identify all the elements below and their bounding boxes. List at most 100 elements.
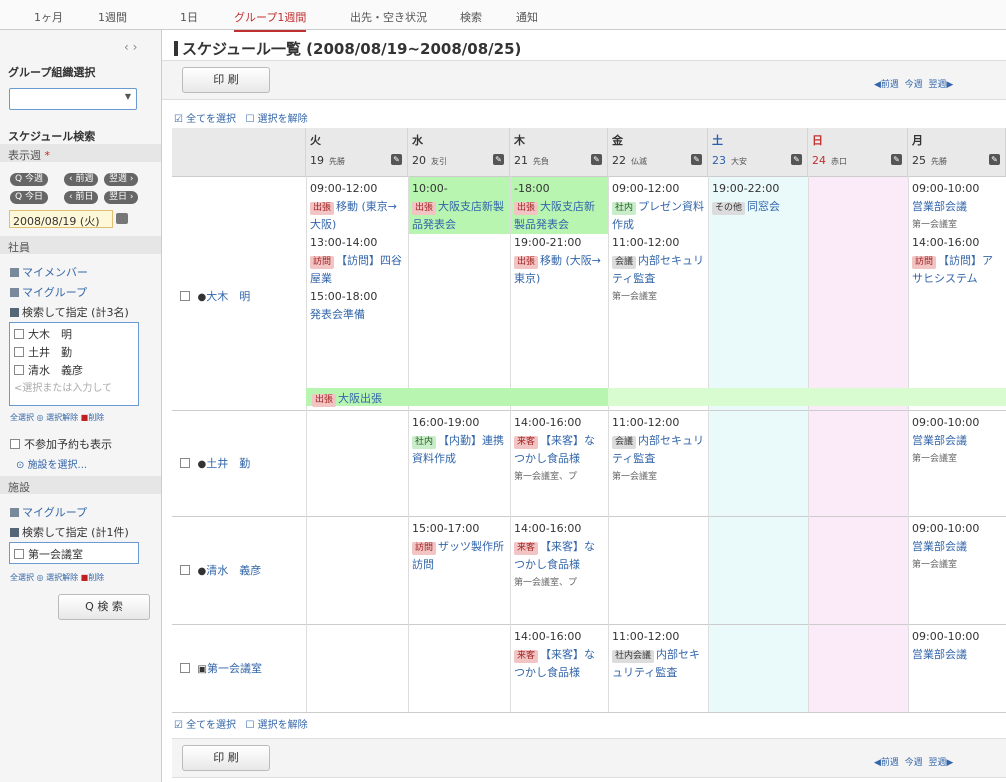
event-link[interactable]: 営業部会議 — [912, 538, 1002, 556]
facility-listbox[interactable]: 第一会議室 — [9, 542, 139, 564]
tab-week[interactable]: 1週間 — [98, 9, 127, 25]
prev-week-button[interactable]: ‹ 前週 — [64, 173, 99, 186]
edit-icon[interactable]: ✎ — [691, 154, 702, 165]
search-box-icon — [10, 308, 19, 317]
current-week-link[interactable]: 今週 — [905, 758, 923, 768]
checkbox[interactable] — [14, 365, 24, 375]
list-item[interactable]: 大木 明 — [14, 326, 138, 344]
event-link[interactable]: 訪問 【訪問】四谷屋業 — [310, 252, 404, 288]
multi-day-banner[interactable]: 出張 大阪出張 — [306, 388, 608, 407]
facility-select-link[interactable]: ⊙ 施設を選択... — [16, 456, 87, 471]
event-link[interactable]: 来客 【来客】なつかし食品様 — [514, 538, 604, 574]
search-button[interactable]: Q 検 索 — [58, 594, 150, 620]
event-link[interactable]: その他 同窓会 — [712, 198, 804, 216]
row-name[interactable]: ▣第一会議室 — [180, 660, 262, 676]
list-item[interactable]: 土井 勤 — [14, 344, 138, 362]
event-link[interactable]: 訪問 ザッツ製作所 訪問 — [412, 538, 510, 574]
calendar-icon[interactable] — [116, 213, 128, 224]
event-time: 19:00-21:00 — [514, 236, 582, 249]
select-all-link[interactable]: ☑ 全てを選択 — [174, 720, 236, 731]
tab-notify[interactable]: 通知 — [516, 9, 538, 25]
group-select-dropdown[interactable]: ▼ — [9, 88, 137, 110]
collapse-arrows-icon[interactable]: ‹ › — [124, 40, 137, 54]
tab-day[interactable]: 1日 — [180, 9, 198, 25]
search-specify-staff[interactable]: 検索して指定 (計3名) — [10, 304, 129, 320]
edit-icon[interactable]: ✎ — [591, 154, 602, 165]
event-link[interactable]: 発表会準備 — [310, 306, 404, 324]
list-item[interactable]: 清水 義彦 — [14, 362, 138, 380]
schedule-cell: 14:00-16:00 来客 【来客】なつかし食品様 第一会議室、プ — [510, 516, 608, 624]
event-link[interactable]: 社内 プレゼン資料作成 — [612, 198, 704, 234]
event-link[interactable]: 会議 内部セキュリティ監査 — [612, 252, 704, 288]
current-week-link[interactable]: 今週 — [905, 80, 923, 90]
my-members-link[interactable]: マイメンバー — [10, 264, 88, 280]
event-time: 14:00-16:00 — [912, 236, 980, 249]
edit-icon[interactable]: ✎ — [891, 154, 902, 165]
today-button[interactable]: Q 今日 — [10, 191, 48, 204]
category-badge: 来客 — [514, 542, 539, 555]
event-link[interactable]: 出張 大阪支店新製品発表会 — [412, 198, 506, 234]
search-specify-facility[interactable]: 検索して指定 (計1件) — [10, 524, 129, 540]
event-link[interactable]: 営業部会議 — [912, 198, 1002, 216]
deselect-all-link[interactable]: ☐ 選択を解除 — [246, 720, 308, 731]
tab-search[interactable]: 検索 — [460, 9, 482, 25]
event-link[interactable]: 社内 【内勤】連携資料作成 — [412, 432, 506, 468]
section-staff: 社員 — [0, 236, 161, 254]
event-link[interactable]: 出張 移動 (大阪→東京) — [514, 252, 604, 288]
edit-icon[interactable]: ✎ — [391, 154, 402, 165]
schedule-cell: 14:00-16:00 来客 【来客】なつかし食品様 — [510, 624, 608, 712]
edit-icon[interactable]: ✎ — [791, 154, 802, 165]
this-week-button[interactable]: Q 今週 — [10, 173, 48, 186]
row-name[interactable]: ●清水 義彦 — [180, 562, 261, 578]
event-link[interactable]: 出張 移動 (東京→大阪) — [310, 198, 404, 234]
staff-input-placeholder[interactable]: <選択または入力して — [14, 380, 138, 398]
event-time: 14:00-16:00 — [514, 630, 582, 643]
staff-list-actions[interactable]: 全選択 ◎ 選択解除 ■削除 — [10, 412, 104, 423]
event-link[interactable]: 訪問 【訪問】アサヒシステム — [912, 252, 1002, 288]
edit-icon[interactable]: ✎ — [989, 154, 1000, 165]
deselect-all-link[interactable]: ☐ 選択を解除 — [246, 114, 308, 125]
event-link[interactable]: 出張 大阪支店新製品発表会 — [514, 198, 604, 234]
edit-icon[interactable]: ✎ — [493, 154, 504, 165]
event-time: 13:00-14:00 — [310, 236, 378, 249]
event-link[interactable]: 来客 【来客】なつかし食品様 — [514, 646, 604, 682]
my-groups-link[interactable]: マイグループ — [10, 284, 87, 300]
category-badge: 会議 — [612, 436, 637, 449]
event-link[interactable]: 社内会議 内部セキュリティ監査 — [612, 646, 704, 682]
checkbox[interactable] — [10, 439, 20, 449]
facility-my-groups-link[interactable]: マイグループ — [10, 504, 87, 520]
staff-listbox[interactable]: 大木 明 土井 勤 清水 義彦 <選択または入力して — [9, 322, 139, 406]
checkbox[interactable] — [180, 565, 190, 575]
prev-day-button[interactable]: ‹ 前日 — [64, 191, 99, 204]
tab-month[interactable]: 1ヶ月 — [34, 9, 63, 25]
checkbox[interactable] — [14, 329, 24, 339]
event-link[interactable]: 営業部会議 — [912, 432, 1002, 450]
next-day-button[interactable]: 翌日 › — [104, 191, 139, 204]
select-all-link[interactable]: ☑ 全てを選択 — [174, 114, 236, 125]
next-week-link[interactable]: 翌週▶ — [928, 80, 953, 90]
event-link[interactable]: 来客 【来客】なつかし食品様 — [514, 432, 604, 468]
prev-week-link[interactable]: ◀前週 — [874, 80, 899, 90]
checkbox[interactable] — [180, 458, 190, 468]
event-link[interactable]: 営業部会議 — [912, 646, 1002, 664]
row-name[interactable]: ●大木 明 — [180, 288, 250, 304]
next-week-link[interactable]: 翌週▶ — [928, 758, 953, 768]
tab-group-week[interactable]: グループ1週間 — [234, 9, 307, 32]
checkbox[interactable] — [180, 291, 190, 301]
date-input[interactable]: 2008/08/19 (火) — [9, 210, 113, 228]
next-week-button[interactable]: 翌週 › — [104, 173, 139, 186]
print-button-bottom[interactable]: 印 刷 — [182, 745, 270, 771]
tab-availability[interactable]: 出先・空き状況 — [350, 9, 427, 25]
event-title[interactable]: 同窓会 — [747, 200, 780, 213]
print-button-top[interactable]: 印 刷 — [182, 67, 270, 93]
checkbox[interactable] — [14, 347, 24, 357]
facility-list-actions[interactable]: 全選択 ◎ 選択解除 ■削除 — [10, 572, 104, 583]
checkbox[interactable] — [180, 663, 190, 673]
show-unconfirmed-checkbox[interactable]: 不参加予約も表示 — [10, 436, 112, 452]
search-box-icon — [10, 528, 19, 537]
event-link[interactable]: 会議 内部セキュリティ監査 — [612, 432, 704, 468]
row-name[interactable]: ●土井 勤 — [180, 455, 250, 471]
checkbox[interactable] — [14, 549, 24, 559]
prev-week-link[interactable]: ◀前週 — [874, 758, 899, 768]
event-title[interactable]: 大阪出張 — [338, 392, 382, 405]
